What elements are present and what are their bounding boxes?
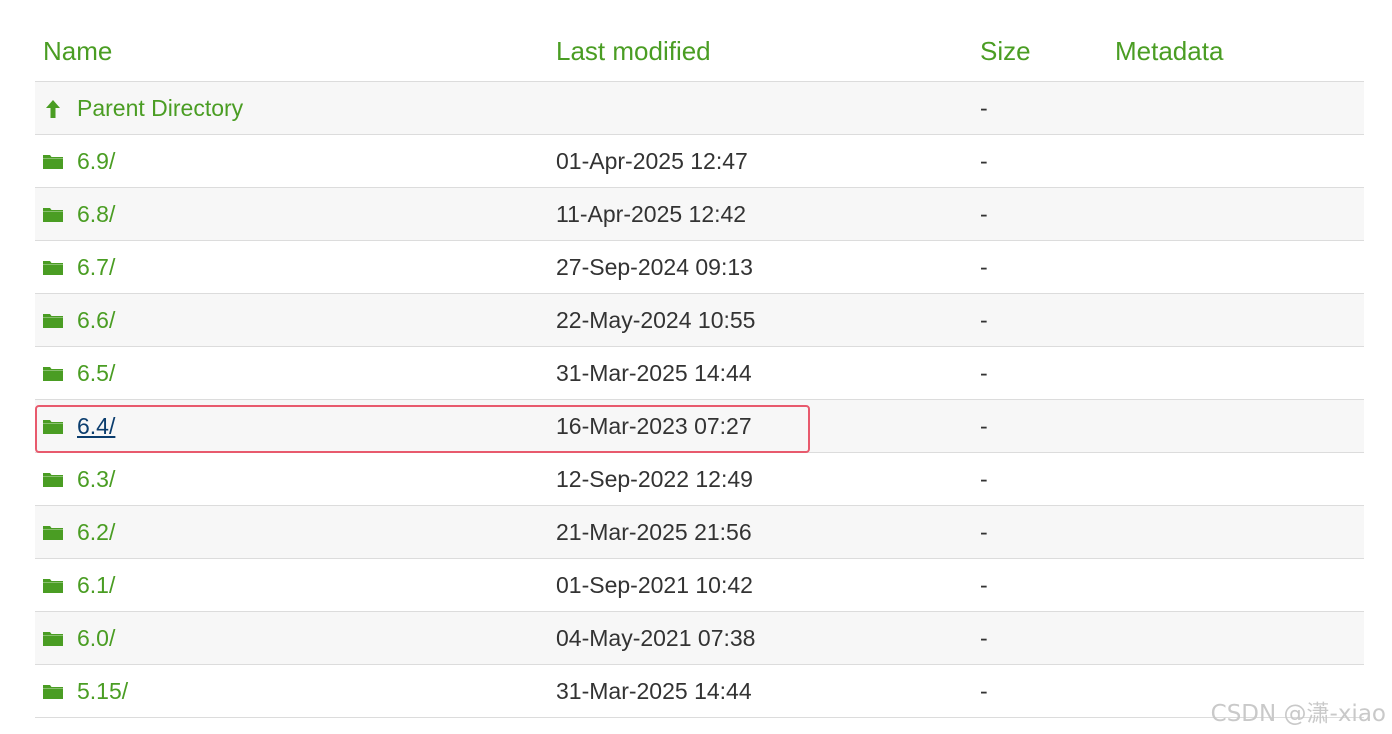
table-row: 6.1/01-Sep-2021 10:42 - [35,559,1364,612]
name-cell: 6.2/ [43,506,115,558]
name-cell: 6.1/ [43,559,115,611]
folder-icon [43,259,63,275]
folder-icon [43,365,63,381]
last-modified-cell: 31-Mar-2025 14:44 [556,359,752,386]
table-row: 6.0/04-May-2021 07:38 - [35,612,1364,665]
directory-link[interactable]: 5.15/ [77,678,128,705]
folder-icon [43,630,63,646]
directory-link[interactable]: 6.0/ [77,625,115,652]
column-header-name[interactable]: Name [43,22,112,81]
name-cell: Parent Directory [43,82,243,134]
name-cell: 6.3/ [43,453,115,505]
table-row: 5.15/31-Mar-2025 14:44 - [35,665,1364,718]
folder-icon [43,683,63,699]
folder-icon [43,524,63,540]
size-cell: - [980,412,988,439]
listing-rows: Parent Directory -6.9/01-Apr-2025 12:47-6… [35,82,1364,718]
folder-icon [43,577,63,593]
table-row: 6.3/12-Sep-2022 12:49 - [35,453,1364,506]
size-cell: - [980,147,988,174]
directory-link[interactable]: 6.7/ [77,254,115,281]
name-cell: 5.15/ [43,665,128,717]
size-cell: - [980,94,988,121]
name-cell: 6.0/ [43,612,115,664]
last-modified-cell: 11-Apr-2025 12:42 [556,200,747,227]
last-modified-cell: 01-Apr-2025 12:47 [556,147,748,174]
column-header-last-modified[interactable]: Last modified [556,22,711,81]
size-cell: - [980,359,988,386]
folder-icon [43,206,63,222]
table-row: 6.6/22-May-2024 10:55 - [35,294,1364,347]
folder-icon [43,312,63,328]
last-modified-cell: 21-Mar-2025 21:56 [556,518,752,545]
size-cell: - [980,465,988,492]
directory-link[interactable]: 6.1/ [77,572,115,599]
last-modified-cell: 01-Sep-2021 10:42 [556,571,753,598]
size-cell: - [980,571,988,598]
directory-listing: Name Last modified Size Metadata Parent … [35,22,1364,718]
folder-icon [43,471,63,487]
directory-link[interactable]: 6.8/ [77,201,115,228]
last-modified-cell: 31-Mar-2025 14:44 [556,677,752,704]
name-cell: 6.7/ [43,241,115,293]
last-modified-cell: 16-Mar-2023 07:27 [556,412,752,439]
listing-header: Name Last modified Size Metadata [35,22,1364,82]
directory-link[interactable]: 6.6/ [77,307,115,334]
name-cell: 6.5/ [43,347,115,399]
name-cell: 6.6/ [43,294,115,346]
size-cell: - [980,677,988,704]
column-header-metadata[interactable]: Metadata [1115,22,1223,81]
table-row: 6.9/01-Apr-2025 12:47 - [35,135,1364,188]
name-cell: 6.4/ [43,400,115,452]
size-cell: - [980,624,988,651]
directory-link[interactable]: 6.5/ [77,360,115,387]
directory-link[interactable]: 6.3/ [77,466,115,493]
table-row: 6.2/21-Mar-2025 21:56 - [35,506,1364,559]
directory-link[interactable]: 6.4/ [77,413,115,440]
folder-icon [43,418,63,434]
directory-link[interactable]: 6.9/ [77,148,115,175]
folder-icon [43,153,63,169]
last-modified-cell: 04-May-2021 07:38 [556,624,756,651]
last-modified-cell: 22-May-2024 10:55 [556,306,756,333]
table-row: 6.8/11-Apr-2025 12:42 - [35,188,1364,241]
size-cell: - [980,253,988,280]
last-modified-cell: 12-Sep-2022 12:49 [556,465,753,492]
table-row: 6.4/16-Mar-2023 07:27 - [35,400,1364,453]
arrow-up-icon [43,100,63,118]
table-row: 6.7/27-Sep-2024 09:13 - [35,241,1364,294]
name-cell: 6.9/ [43,135,115,187]
size-cell: - [980,518,988,545]
last-modified-cell: 27-Sep-2024 09:13 [556,253,753,280]
name-cell: 6.8/ [43,188,115,240]
parent-directory-row: Parent Directory - [35,82,1364,135]
parent-directory-link[interactable]: Parent Directory [77,95,243,122]
size-cell: - [980,200,988,227]
column-header-size[interactable]: Size [980,22,1031,81]
watermark: CSDN @潇-xiao [1210,701,1386,727]
table-row: 6.5/31-Mar-2025 14:44 - [35,347,1364,400]
directory-link[interactable]: 6.2/ [77,519,115,546]
size-cell: - [980,306,988,333]
